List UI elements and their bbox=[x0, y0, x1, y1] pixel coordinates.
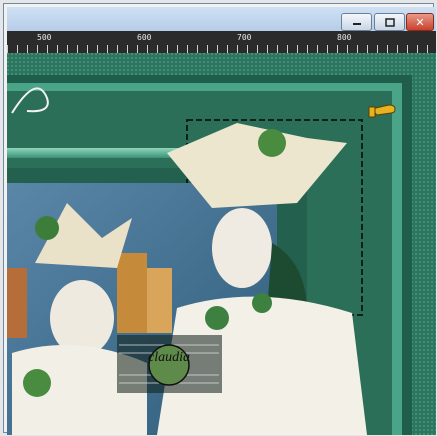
artwork: claudia bbox=[7, 53, 436, 435]
close-icon: ✕ bbox=[415, 15, 425, 29]
horizontal-ruler[interactable]: 500 600 700 800 bbox=[7, 31, 436, 53]
minimize-button[interactable] bbox=[341, 13, 372, 31]
leaves bbox=[252, 293, 272, 313]
building bbox=[7, 268, 27, 338]
ruler-label: 700 bbox=[237, 33, 252, 42]
ruler-ticks bbox=[7, 45, 428, 53]
ruler-label: 800 bbox=[337, 33, 352, 42]
left-mask bbox=[50, 280, 114, 356]
close-button[interactable]: ✕ bbox=[406, 13, 434, 31]
building bbox=[117, 253, 147, 333]
leaves bbox=[205, 306, 229, 330]
watermark-text: claudia bbox=[148, 350, 190, 365]
maximize-icon bbox=[384, 17, 395, 27]
maximize-button[interactable] bbox=[374, 13, 405, 31]
image-canvas[interactable]: claudia bbox=[7, 53, 436, 435]
leaves bbox=[23, 369, 51, 397]
application-window: ✕ 500 600 700 800 claudia bbox=[0, 0, 437, 436]
leaves bbox=[258, 129, 286, 157]
title-bar[interactable]: ✕ bbox=[7, 7, 436, 31]
building bbox=[147, 268, 172, 333]
ruler-label: 500 bbox=[37, 33, 52, 42]
leaves bbox=[35, 216, 59, 240]
minimize-icon bbox=[352, 23, 361, 25]
ruler-label: 600 bbox=[137, 33, 152, 42]
right-mask bbox=[212, 208, 272, 288]
